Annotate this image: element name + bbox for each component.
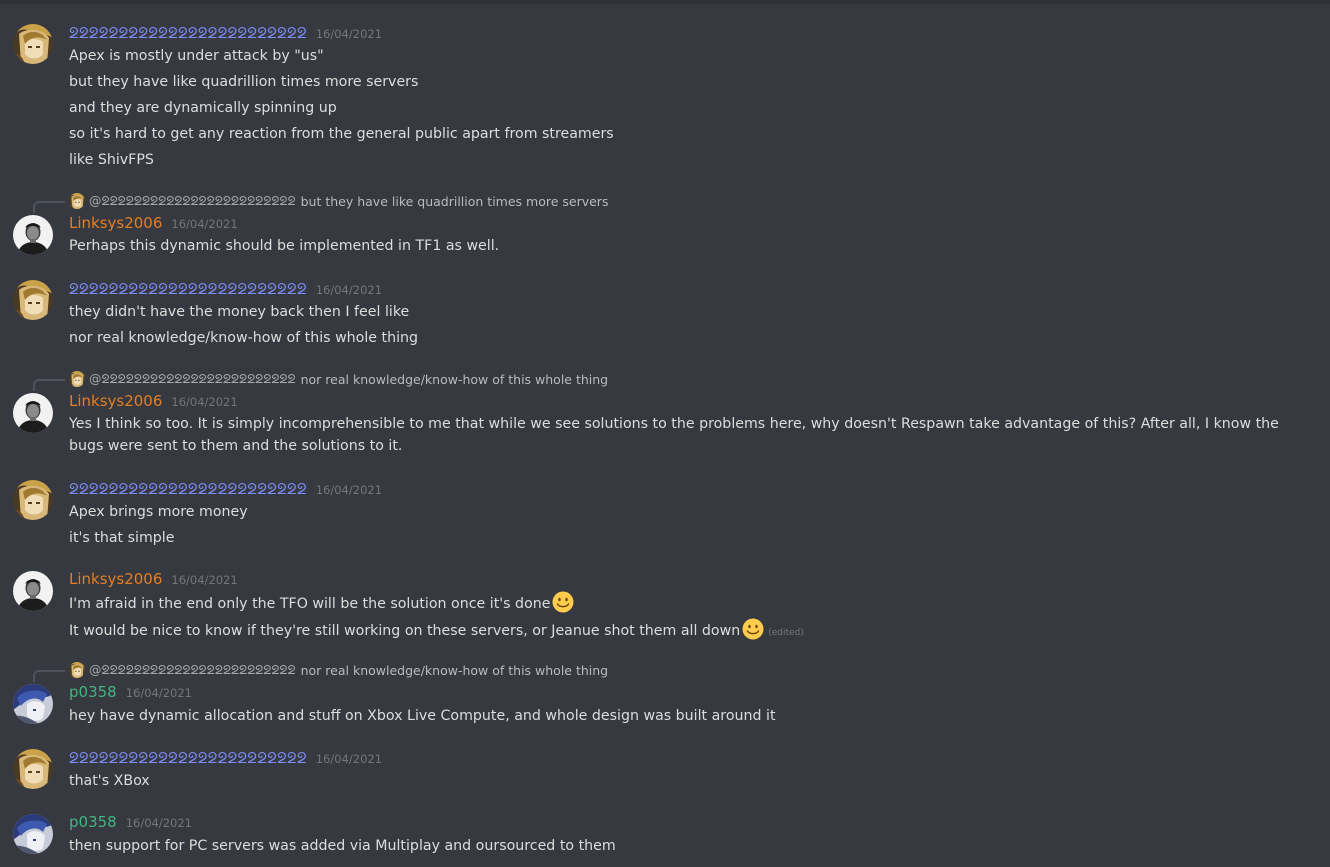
reply-connector bbox=[33, 379, 65, 391]
avatar[interactable] bbox=[13, 215, 53, 255]
username[interactable]: Linksys2006 bbox=[69, 392, 162, 410]
message-header: Linksys2006 16/04/2021 bbox=[69, 214, 238, 234]
message-text: so it's hard to get any reaction from th… bbox=[69, 126, 614, 142]
reply-avatar bbox=[69, 371, 85, 387]
message-text: Apex is mostly under attack by "us" bbox=[69, 48, 324, 64]
message-header: Linksys2006 16/04/2021 bbox=[69, 570, 238, 590]
message-header: ᘖᘖᘖᘖᘖᘖᘖᘖᘖᘖᘖᘖᘖᘖᘖᘖᘖᘖᘖᘖᘖᘖᘖᘖ 16/04/2021 bbox=[69, 749, 382, 769]
reply-connector bbox=[33, 201, 65, 213]
timestamp[interactable]: 16/04/2021 bbox=[316, 27, 382, 41]
message-text: It would be nice to know if they're stil… bbox=[69, 623, 741, 639]
message-text: it's that simple bbox=[69, 530, 175, 546]
timestamp[interactable]: 16/04/2021 bbox=[316, 483, 382, 497]
message-text: hey have dynamic allocation and stuff on… bbox=[69, 708, 776, 724]
username[interactable]: Linksys2006 bbox=[69, 214, 162, 232]
username[interactable]: ᘖᘖᘖᘖᘖᘖᘖᘖᘖᘖᘖᘖᘖᘖᘖᘖᘖᘖᘖᘖᘖᘖᘖᘖ bbox=[69, 24, 307, 42]
message-text: that's XBox bbox=[69, 773, 150, 789]
avatar[interactable] bbox=[13, 684, 53, 724]
message-line: I'm afraid in the end only the TFO will … bbox=[69, 591, 574, 615]
username[interactable]: ᘖᘖᘖᘖᘖᘖᘖᘖᘖᘖᘖᘖᘖᘖᘖᘖᘖᘖᘖᘖᘖᘖᘖᘖ bbox=[69, 749, 307, 767]
message-text: nor real knowledge/know-how of this whol… bbox=[69, 330, 419, 346]
avatar[interactable] bbox=[13, 814, 53, 854]
slightly-smiling-face-icon[interactable] bbox=[552, 591, 574, 613]
avatar[interactable] bbox=[13, 24, 53, 64]
timestamp[interactable]: 16/04/2021 bbox=[316, 283, 382, 297]
timestamp[interactable]: 16/04/2021 bbox=[126, 686, 192, 700]
reply-avatar bbox=[69, 662, 85, 678]
message-text: Perhaps this dynamic should be implement… bbox=[69, 238, 500, 254]
reply-excerpt[interactable]: but they have like quadrillion times mor… bbox=[301, 194, 609, 209]
avatar[interactable] bbox=[13, 393, 53, 433]
avatar[interactable] bbox=[13, 480, 53, 520]
reply-username[interactable]: @ᘖᘖᘖᘖᘖᘖᘖᘖᘖᘖᘖᘖᘖᘖᘖᘖᘖᘖᘖᘖᘖᘖᘖᘖ bbox=[89, 662, 296, 678]
timestamp[interactable]: 16/04/2021 bbox=[171, 573, 237, 587]
message-text: and they are dynamically spinning up bbox=[69, 100, 337, 116]
message-header: p0358 16/04/2021 bbox=[69, 813, 192, 833]
chat-top-divider bbox=[0, 0, 1330, 4]
username[interactable]: p0358 bbox=[69, 813, 117, 831]
message-text: Yes I think so too. It is simply incompr… bbox=[69, 416, 1279, 454]
reply-username[interactable]: @ᘖᘖᘖᘖᘖᘖᘖᘖᘖᘖᘖᘖᘖᘖᘖᘖᘖᘖᘖᘖᘖᘖᘖᘖ bbox=[89, 193, 296, 209]
message-header: ᘖᘖᘖᘖᘖᘖᘖᘖᘖᘖᘖᘖᘖᘖᘖᘖᘖᘖᘖᘖᘖᘖᘖᘖ 16/04/2021 bbox=[69, 24, 382, 44]
timestamp[interactable]: 16/04/2021 bbox=[316, 752, 382, 766]
reply-excerpt[interactable]: nor real knowledge/know-how of this whol… bbox=[301, 372, 609, 387]
timestamp[interactable]: 16/04/2021 bbox=[126, 816, 192, 830]
username[interactable]: p0358 bbox=[69, 683, 117, 701]
avatar[interactable] bbox=[13, 571, 53, 611]
username[interactable]: Linksys2006 bbox=[69, 570, 162, 588]
message-text: Apex brings more money bbox=[69, 504, 248, 520]
reply-preview[interactable]: @ᘖᘖᘖᘖᘖᘖᘖᘖᘖᘖᘖᘖᘖᘖᘖᘖᘖᘖᘖᘖᘖᘖᘖᘖ but they have … bbox=[33, 192, 609, 213]
timestamp[interactable]: 16/04/2021 bbox=[171, 217, 237, 231]
message-text: then support for PC servers was added vi… bbox=[69, 838, 616, 854]
username[interactable]: ᘖᘖᘖᘖᘖᘖᘖᘖᘖᘖᘖᘖᘖᘖᘖᘖᘖᘖᘖᘖᘖᘖᘖᘖ bbox=[69, 480, 307, 498]
reply-connector bbox=[33, 670, 65, 682]
username[interactable]: ᘖᘖᘖᘖᘖᘖᘖᘖᘖᘖᘖᘖᘖᘖᘖᘖᘖᘖᘖᘖᘖᘖᘖᘖ bbox=[69, 280, 307, 298]
message-header: Linksys2006 16/04/2021 bbox=[69, 392, 238, 412]
reply-preview[interactable]: @ᘖᘖᘖᘖᘖᘖᘖᘖᘖᘖᘖᘖᘖᘖᘖᘖᘖᘖᘖᘖᘖᘖᘖᘖ nor real knowl… bbox=[33, 370, 609, 391]
message-line: It would be nice to know if they're stil… bbox=[69, 618, 804, 644]
edited-label[interactable]: (edited) bbox=[768, 628, 804, 638]
message-header: ᘖᘖᘖᘖᘖᘖᘖᘖᘖᘖᘖᘖᘖᘖᘖᘖᘖᘖᘖᘖᘖᘖᘖᘖ 16/04/2021 bbox=[69, 280, 382, 300]
message-text: but they have like quadrillion times mor… bbox=[69, 74, 419, 90]
reply-excerpt[interactable]: nor real knowledge/know-how of this whol… bbox=[301, 663, 609, 678]
message-header: ᘖᘖᘖᘖᘖᘖᘖᘖᘖᘖᘖᘖᘖᘖᘖᘖᘖᘖᘖᘖᘖᘖᘖᘖ 16/04/2021 bbox=[69, 480, 382, 500]
avatar[interactable] bbox=[13, 280, 53, 320]
message-text: I'm afraid in the end only the TFO will … bbox=[69, 596, 551, 612]
slightly-smiling-face-icon[interactable] bbox=[742, 618, 764, 640]
reply-username[interactable]: @ᘖᘖᘖᘖᘖᘖᘖᘖᘖᘖᘖᘖᘖᘖᘖᘖᘖᘖᘖᘖᘖᘖᘖᘖ bbox=[89, 371, 296, 387]
reply-preview[interactable]: @ᘖᘖᘖᘖᘖᘖᘖᘖᘖᘖᘖᘖᘖᘖᘖᘖᘖᘖᘖᘖᘖᘖᘖᘖ nor real knowl… bbox=[33, 661, 609, 682]
avatar[interactable] bbox=[13, 749, 53, 789]
timestamp[interactable]: 16/04/2021 bbox=[171, 395, 237, 409]
message-text: they didn't have the money back then I f… bbox=[69, 304, 410, 320]
reply-avatar bbox=[69, 193, 85, 209]
message-text: like ShivFPS bbox=[69, 152, 154, 168]
message-header: p0358 16/04/2021 bbox=[69, 683, 192, 703]
